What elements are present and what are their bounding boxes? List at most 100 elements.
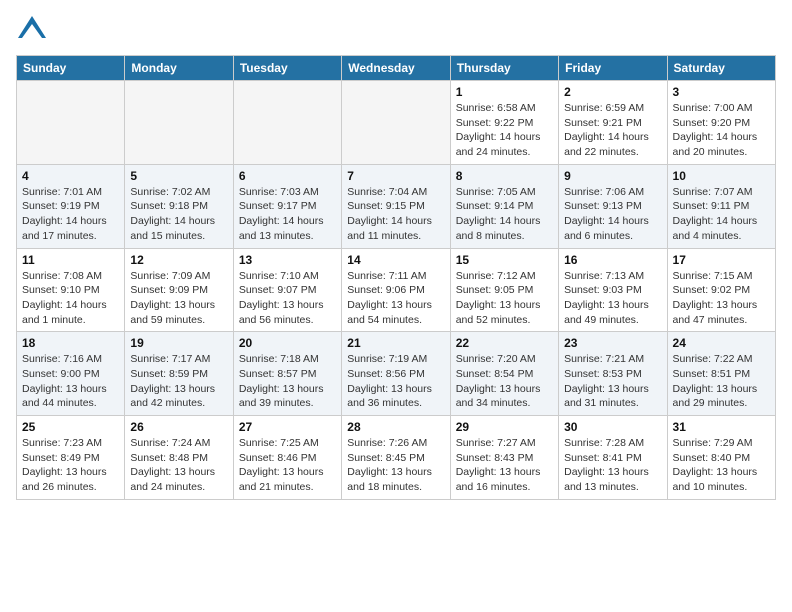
day-number: 16 — [564, 253, 661, 267]
calendar-cell: 27 Sunrise: 7:25 AMSunset: 8:46 PMDayligh… — [233, 416, 341, 500]
calendar-cell: 7 Sunrise: 7:04 AMSunset: 9:15 PMDaylight… — [342, 164, 450, 248]
day-info: Sunrise: 7:29 AMSunset: 8:40 PMDaylight:… — [673, 436, 770, 495]
calendar-header-row: SundayMondayTuesdayWednesdayThursdayFrid… — [17, 56, 776, 81]
day-info: Sunrise: 7:03 AMSunset: 9:17 PMDaylight:… — [239, 185, 336, 244]
calendar-cell: 11 Sunrise: 7:08 AMSunset: 9:10 PMDayligh… — [17, 248, 125, 332]
calendar-cell: 17 Sunrise: 7:15 AMSunset: 9:02 PMDayligh… — [667, 248, 775, 332]
day-number: 1 — [456, 85, 553, 99]
calendar-cell: 2 Sunrise: 6:59 AMSunset: 9:21 PMDaylight… — [559, 81, 667, 165]
day-info: Sunrise: 7:26 AMSunset: 8:45 PMDaylight:… — [347, 436, 444, 495]
calendar-cell: 9 Sunrise: 7:06 AMSunset: 9:13 PMDaylight… — [559, 164, 667, 248]
calendar-cell: 30 Sunrise: 7:28 AMSunset: 8:41 PMDayligh… — [559, 416, 667, 500]
day-number: 10 — [673, 169, 770, 183]
day-info: Sunrise: 7:23 AMSunset: 8:49 PMDaylight:… — [22, 436, 119, 495]
calendar-cell: 22 Sunrise: 7:20 AMSunset: 8:54 PMDayligh… — [450, 332, 558, 416]
day-info: Sunrise: 7:24 AMSunset: 8:48 PMDaylight:… — [130, 436, 227, 495]
calendar-cell — [233, 81, 341, 165]
day-number: 30 — [564, 420, 661, 434]
day-info: Sunrise: 7:08 AMSunset: 9:10 PMDaylight:… — [22, 269, 119, 328]
calendar-cell: 5 Sunrise: 7:02 AMSunset: 9:18 PMDaylight… — [125, 164, 233, 248]
logo-icon — [18, 16, 46, 38]
calendar-cell: 12Sunrise: 7:09 AMSunset: 9:09 PMDayligh… — [125, 248, 233, 332]
calendar-cell: 29 Sunrise: 7:27 AMSunset: 8:43 PMDayligh… — [450, 416, 558, 500]
calendar-cell: 19Sunrise: 7:17 AMSunset: 8:59 PMDayligh… — [125, 332, 233, 416]
day-number: 15 — [456, 253, 553, 267]
calendar-cell: 6 Sunrise: 7:03 AMSunset: 9:17 PMDaylight… — [233, 164, 341, 248]
day-number: 8 — [456, 169, 553, 183]
day-info: Sunrise: 7:13 AMSunset: 9:03 PMDaylight:… — [564, 269, 661, 328]
day-info: Sunrise: 7:02 AMSunset: 9:18 PMDaylight:… — [130, 185, 227, 244]
day-info: Sunrise: 7:25 AMSunset: 8:46 PMDaylight:… — [239, 436, 336, 495]
day-number: 9 — [564, 169, 661, 183]
day-info: Sunrise: 7:11 AMSunset: 9:06 PMDaylight:… — [347, 269, 444, 328]
calendar-cell: 23 Sunrise: 7:21 AMSunset: 8:53 PMDayligh… — [559, 332, 667, 416]
day-info: Sunrise: 7:18 AMSunset: 8:57 PMDaylight:… — [239, 352, 336, 411]
calendar-cell: 14 Sunrise: 7:11 AMSunset: 9:06 PMDayligh… — [342, 248, 450, 332]
calendar-cell: 1 Sunrise: 6:58 AMSunset: 9:22 PMDaylight… — [450, 81, 558, 165]
day-info: Sunrise: 6:58 AMSunset: 9:22 PMDaylight:… — [456, 101, 553, 160]
day-number: 6 — [239, 169, 336, 183]
day-info: Sunrise: 7:19 AMSunset: 8:56 PMDaylight:… — [347, 352, 444, 411]
day-of-week-header: Friday — [559, 56, 667, 81]
calendar-cell: 28 Sunrise: 7:26 AMSunset: 8:45 PMDayligh… — [342, 416, 450, 500]
day-number: 29 — [456, 420, 553, 434]
calendar-cell: 4Sunrise: 7:01 AMSunset: 9:19 PMDaylight… — [17, 164, 125, 248]
calendar-week-row: 25 Sunrise: 7:23 AMSunset: 8:49 PMDayligh… — [17, 416, 776, 500]
calendar-cell — [342, 81, 450, 165]
day-number: 14 — [347, 253, 444, 267]
day-number: 18 — [22, 336, 119, 350]
calendar-cell: 8Sunrise: 7:05 AMSunset: 9:14 PMDaylight… — [450, 164, 558, 248]
calendar-cell: 26 Sunrise: 7:24 AMSunset: 8:48 PMDayligh… — [125, 416, 233, 500]
day-number: 13 — [239, 253, 336, 267]
day-info: Sunrise: 7:21 AMSunset: 8:53 PMDaylight:… — [564, 352, 661, 411]
calendar-cell: 18 Sunrise: 7:16 AMSunset: 9:00 PMDayligh… — [17, 332, 125, 416]
day-of-week-header: Monday — [125, 56, 233, 81]
day-number: 11 — [22, 253, 119, 267]
day-info: Sunrise: 7:10 AMSunset: 9:07 PMDaylight:… — [239, 269, 336, 328]
logo — [16, 16, 46, 43]
calendar-table: SundayMondayTuesdayWednesdayThursdayFrid… — [16, 55, 776, 500]
calendar-week-row: 18 Sunrise: 7:16 AMSunset: 9:00 PMDayligh… — [17, 332, 776, 416]
day-number: 17 — [673, 253, 770, 267]
day-number: 23 — [564, 336, 661, 350]
calendar-cell: 20 Sunrise: 7:18 AMSunset: 8:57 PMDayligh… — [233, 332, 341, 416]
day-info: Sunrise: 7:16 AMSunset: 9:00 PMDaylight:… — [22, 352, 119, 411]
calendar-cell: 21Sunrise: 7:19 AMSunset: 8:56 PMDayligh… — [342, 332, 450, 416]
calendar-cell: 15 Sunrise: 7:12 AMSunset: 9:05 PMDayligh… — [450, 248, 558, 332]
day-number: 26 — [130, 420, 227, 434]
day-info: Sunrise: 7:06 AMSunset: 9:13 PMDaylight:… — [564, 185, 661, 244]
calendar-cell — [125, 81, 233, 165]
day-info: Sunrise: 7:04 AMSunset: 9:15 PMDaylight:… — [347, 185, 444, 244]
calendar-cell: 25 Sunrise: 7:23 AMSunset: 8:49 PMDayligh… — [17, 416, 125, 500]
day-number: 22 — [456, 336, 553, 350]
day-info: Sunrise: 7:20 AMSunset: 8:54 PMDaylight:… — [456, 352, 553, 411]
day-info: Sunrise: 6:59 AMSunset: 9:21 PMDaylight:… — [564, 101, 661, 160]
day-number: 5 — [130, 169, 227, 183]
day-of-week-header: Tuesday — [233, 56, 341, 81]
calendar-week-row: 11 Sunrise: 7:08 AMSunset: 9:10 PMDayligh… — [17, 248, 776, 332]
calendar-cell: 10 Sunrise: 7:07 AMSunset: 9:11 PMDayligh… — [667, 164, 775, 248]
day-number: 25 — [22, 420, 119, 434]
day-number: 20 — [239, 336, 336, 350]
day-of-week-header: Sunday — [17, 56, 125, 81]
day-number: 27 — [239, 420, 336, 434]
day-number: 31 — [673, 420, 770, 434]
day-number: 3 — [673, 85, 770, 99]
day-number: 28 — [347, 420, 444, 434]
day-number: 19 — [130, 336, 227, 350]
page-header — [16, 16, 776, 43]
day-number: 12 — [130, 253, 227, 267]
day-info: Sunrise: 7:15 AMSunset: 9:02 PMDaylight:… — [673, 269, 770, 328]
day-of-week-header: Saturday — [667, 56, 775, 81]
calendar-cell: 13 Sunrise: 7:10 AMSunset: 9:07 PMDayligh… — [233, 248, 341, 332]
day-info: Sunrise: 7:07 AMSunset: 9:11 PMDaylight:… — [673, 185, 770, 244]
day-info: Sunrise: 7:12 AMSunset: 9:05 PMDaylight:… — [456, 269, 553, 328]
day-info: Sunrise: 7:28 AMSunset: 8:41 PMDaylight:… — [564, 436, 661, 495]
calendar-week-row: 1 Sunrise: 6:58 AMSunset: 9:22 PMDaylight… — [17, 81, 776, 165]
calendar-cell: 24Sunrise: 7:22 AMSunset: 8:51 PMDayligh… — [667, 332, 775, 416]
day-number: 7 — [347, 169, 444, 183]
day-info: Sunrise: 7:27 AMSunset: 8:43 PMDaylight:… — [456, 436, 553, 495]
day-number: 2 — [564, 85, 661, 99]
day-info: Sunrise: 7:01 AMSunset: 9:19 PMDaylight:… — [22, 185, 119, 244]
day-info: Sunrise: 7:22 AMSunset: 8:51 PMDaylight:… — [673, 352, 770, 411]
